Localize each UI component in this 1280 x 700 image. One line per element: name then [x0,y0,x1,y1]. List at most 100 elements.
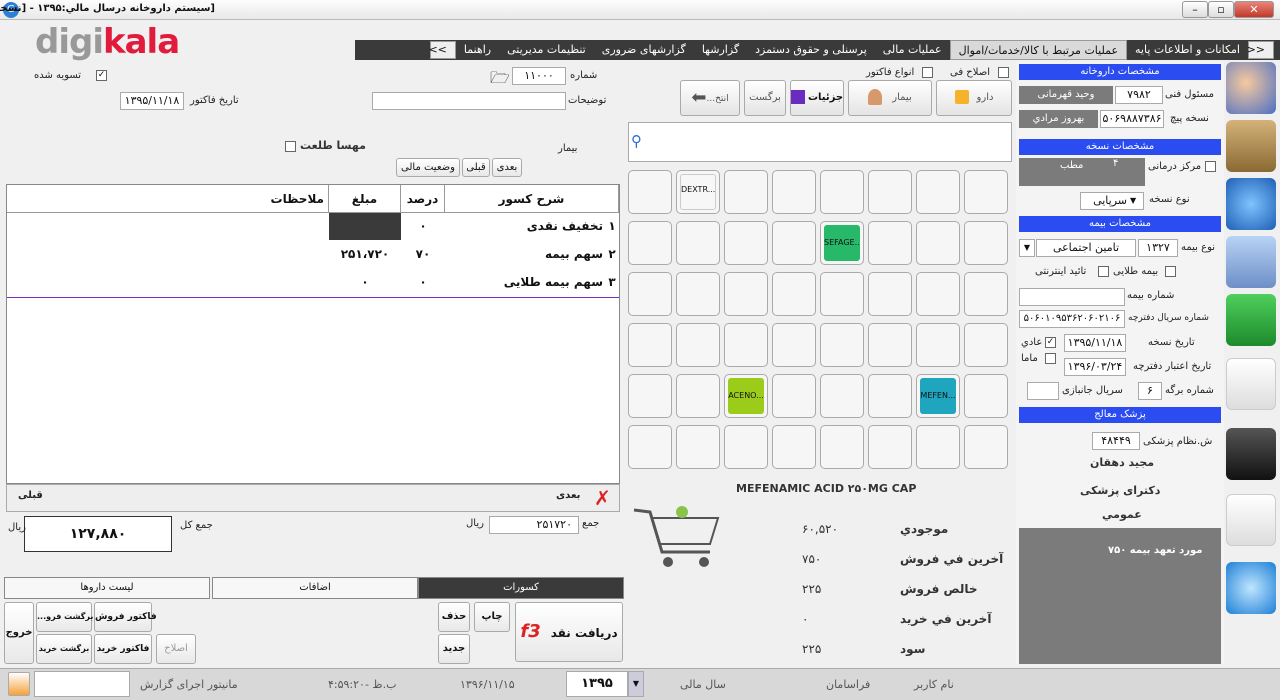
menu-nav-right[interactable]: << [1247,41,1274,59]
new-button[interactable]: جدید [438,634,470,664]
print-button[interactable]: چاپ [474,602,510,632]
grid-cell[interactable] [772,272,816,316]
ins-dropdown-icon[interactable]: ▼ [1019,239,1035,257]
grid-cell[interactable] [964,374,1008,418]
grid-cell[interactable] [772,425,816,469]
menu-item-admin-settings[interactable]: تنظیمات مدیریتی [499,40,594,60]
expiry-input[interactable]: ۱۳۹۶/۰۳/۲۴ [1064,358,1126,376]
patient-button[interactable]: بیمار [848,80,932,116]
table-cell-amt[interactable] [329,213,401,240]
tab-drug-list[interactable]: لیست داروها [4,577,210,599]
grid-cell[interactable] [628,425,672,469]
menu-nav-left[interactable]: >> [428,41,456,59]
table-cell-n[interactable]: ۲ [605,241,619,268]
grid-cell[interactable] [820,170,864,214]
menu-item-goods-ops[interactable]: عملیات مرتبط با کالا/خدمات/اموال [949,40,1128,60]
normal-checkbox[interactable]: ✓ [1045,337,1056,348]
grid-cell[interactable] [724,425,768,469]
prev-button[interactable]: قبلی [462,158,490,177]
grid-cell[interactable] [916,170,960,214]
table-cell-pct[interactable]: ۰ [401,213,445,240]
rx-date-input[interactable]: ۱۳۹۵/۱۱/۱۸ [1064,334,1126,352]
drug-button[interactable]: دارو [936,80,1012,116]
table-cell-pct[interactable]: ۰ [401,269,445,296]
center-checkbox[interactable] [1205,161,1216,172]
grid-cell[interactable] [916,272,960,316]
table-cell-note[interactable] [7,213,329,240]
description-input[interactable] [372,92,566,110]
grid-cell[interactable] [772,374,816,418]
grid-cell[interactable] [724,323,768,367]
calendar-icon[interactable] [8,672,30,696]
folder-open-icon[interactable]: 🗁 [490,67,510,94]
gold-checkbox[interactable] [1165,266,1176,277]
grid-cell[interactable] [916,323,960,367]
grid-cell[interactable] [676,272,720,316]
grid-cell[interactable] [676,221,720,265]
table-cell-desc[interactable]: سهم بیمه طلایی [445,269,605,296]
table-cell-desc[interactable]: سهم بیمه [445,241,605,268]
product-tile-aceno[interactable]: ACENO... [728,378,764,414]
side-serial-input[interactable] [1027,382,1059,400]
table-cell-amt[interactable]: ۰ [329,269,401,296]
return-purchase-button[interactable]: برگشت خرید [36,634,92,664]
year-input[interactable]: ۱۳۹۵ [566,671,628,697]
back-button[interactable]: ⬅...انتخ [680,80,740,116]
mama-checkbox[interactable] [1045,353,1056,364]
grid-cell[interactable] [916,221,960,265]
grid-cell[interactable] [628,374,672,418]
calculator-icon[interactable] [1226,428,1276,480]
settled-checkbox[interactable]: ✓ [96,70,107,81]
mail-icon[interactable] [1226,494,1276,546]
report-icon[interactable] [1226,358,1276,410]
serial-input[interactable]: ۵۰۶۰۱۰۹۵۳۶۲۰۶۰۲۱۰۶ [1019,310,1125,328]
grid-cell[interactable] [820,374,864,418]
menu-item-help[interactable]: راهنما [456,40,499,60]
menu-item-financial[interactable]: عملیات مالی [875,40,950,60]
footer-next[interactable]: بعدی [556,490,580,501]
patient-checkbox[interactable] [285,141,296,152]
maximize-button[interactable]: ▫ [1208,1,1234,18]
menu-item-base-info[interactable]: امکانات و اطلاعات پایه [1127,40,1248,60]
grid-cell[interactable] [820,425,864,469]
product-tile-sefage[interactable]: SEFAGE... [824,225,860,261]
grid-cell[interactable] [724,272,768,316]
grid-cell[interactable]: ACENO... [724,374,768,418]
next-button[interactable]: بعدی [492,158,522,177]
grid-cell[interactable] [676,425,720,469]
online-checkbox[interactable] [1098,266,1109,277]
responsible-code[interactable]: ۷۹۸۲ [1115,86,1163,104]
product-tile-dextr[interactable]: DEXTR... [680,174,716,210]
grid-cell[interactable] [868,323,912,367]
purchase-invoice-button[interactable]: فاکتور خرید [94,634,152,664]
tab-additions[interactable]: اضافات [212,577,418,599]
grid-cell[interactable]: SEFAGE... [820,221,864,265]
search-input[interactable] [628,122,1012,162]
med-code-input[interactable]: ۴۸۴۴۹ [1092,432,1140,450]
grid-cell[interactable]: MEFEN... [916,374,960,418]
ins-num-input[interactable] [1019,288,1125,306]
details-button[interactable]: جزئیات [790,80,844,116]
grid-cell[interactable] [820,323,864,367]
receive-cash-button[interactable]: f3 دریافت نقد [515,602,623,662]
grid-cell[interactable] [772,323,816,367]
grid-cell[interactable] [628,272,672,316]
grid-cell[interactable] [868,374,912,418]
page-input[interactable]: ۶ [1138,382,1162,400]
grid-cell[interactable] [628,323,672,367]
users-icon[interactable] [1226,62,1276,114]
invoice-types-checkbox[interactable] [922,67,933,78]
teamviewer-icon[interactable] [1226,562,1276,614]
sum-input[interactable]: ۲۵۱۷۲۰ [489,516,579,534]
year-dropdown-icon[interactable]: ▼ [628,671,644,697]
grid-cell[interactable] [916,425,960,469]
grid-cell[interactable] [868,170,912,214]
dispenser-code[interactable]: ۵۰۶۹۸۸۷۳۸۶ [1100,110,1164,128]
grid-cell[interactable]: DEXTR... [676,170,720,214]
number-input[interactable]: ۱۱۰۰۰ [512,67,566,85]
finance-status-button[interactable]: وضعیت مالی [396,158,460,177]
product-tile-mefen[interactable]: MEFEN... [920,378,956,414]
table-cell-note[interactable] [7,241,329,268]
table-cell-n[interactable]: ۳ [605,269,619,296]
table-cell-pct[interactable]: ۷۰ [401,241,445,268]
